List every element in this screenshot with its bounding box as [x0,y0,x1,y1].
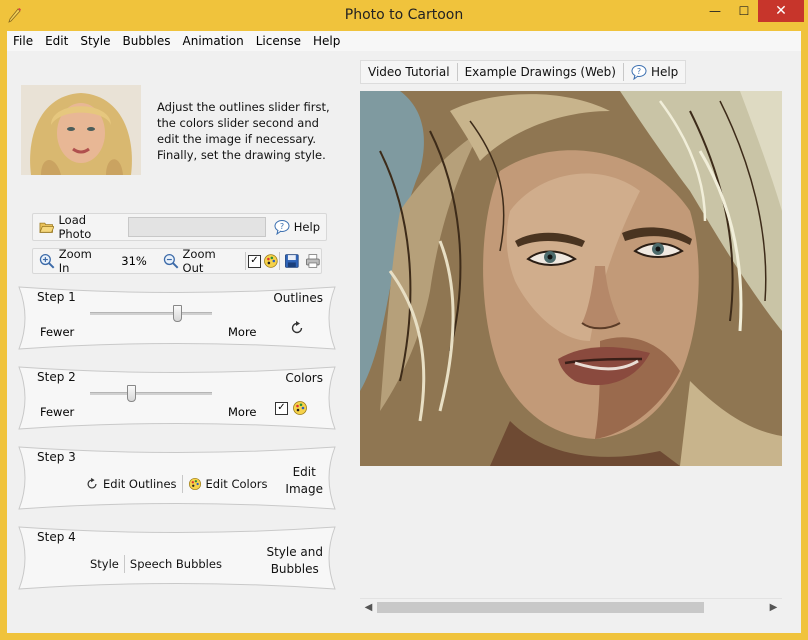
menu-help[interactable]: Help [307,31,346,51]
drawing-canvas[interactable] [360,91,782,596]
help-bubble-icon: ? [631,65,647,80]
zoom-toolbar: Zoom In 31% Zoom Out ✓ [32,247,322,275]
folder-open-icon [39,222,55,233]
color-palette-icon [188,477,201,491]
save-icon[interactable] [284,253,300,269]
menu-license[interactable]: License [250,31,307,51]
outlines-slider[interactable] [90,305,212,322]
right-help-label: Help [650,65,679,79]
photo-path-field[interactable] [128,217,266,237]
menu-bar: File Edit Style Bubbles Animation Licens… [7,31,801,51]
zoom-in-button[interactable]: Zoom In [33,247,111,275]
edit-colors-label: Edit Colors [205,477,268,491]
menu-file[interactable]: File [7,31,39,51]
step1-title: Outlines [273,291,323,305]
right-help-button[interactable]: ? Help [624,64,685,80]
resources-toolbar: Video Tutorial Example Drawings (Web) ? … [360,60,687,84]
step2-title: Colors [285,371,323,385]
help-label: Help [293,220,320,234]
color-palette-icon[interactable] [292,400,308,416]
step2-more-label: More [228,405,257,419]
menu-edit[interactable]: Edit [39,31,74,51]
step1-card: Step 1 Outlines Fewer More [17,284,337,352]
step2-card: Step 2 Colors Fewer More ✓ [17,364,337,432]
title-bar[interactable]: Photo to Cartoon — ☐ ✕ [0,0,808,31]
menu-style[interactable]: Style [74,31,116,51]
step4-label: Step 4 [37,530,76,544]
zoom-in-label: Zoom In [58,247,92,275]
step3-title: Edit Image [285,464,323,498]
svg-text:?: ? [280,222,284,231]
style-button[interactable]: Style [85,557,124,571]
menu-bubbles[interactable]: Bubbles [116,31,176,51]
svg-text:?: ? [637,67,641,76]
client-area: File Edit Style Bubbles Animation Licens… [7,31,801,633]
scrollbar-thumb[interactable] [377,602,704,613]
step3-title-line2: Image [285,482,323,496]
load-photo-button[interactable]: Load Photo [33,213,126,241]
step4-title: Style and Bubbles [266,544,323,578]
scroll-right-arrow[interactable]: ▶ [765,599,782,616]
maximize-button[interactable]: ☐ [730,0,758,22]
step2-fewer-label: Fewer [40,405,75,419]
style-label: Style [90,557,119,571]
menu-animation[interactable]: Animation [177,31,250,51]
scroll-left-arrow[interactable]: ◀ [360,599,377,616]
step1-label: Step 1 [37,290,76,304]
speech-bubbles-label: Speech Bubbles [129,557,222,571]
outlines-refresh-icon [87,477,97,489]
cartoon-image [360,91,782,466]
zoom-level: 31% [121,254,147,268]
colors-slider[interactable] [90,385,212,402]
zoom-out-icon [163,253,179,269]
minimize-button[interactable]: — [700,0,730,22]
step2-label: Step 2 [37,370,76,384]
color-preview-checkbox[interactable]: ✓ [248,254,261,268]
step3-card: Step 3 Edit Image Edit Outlines Edit Col… [17,444,337,512]
edit-colors-button[interactable]: Edit Colors [183,477,273,491]
load-toolbar: Load Photo ? Help [32,213,327,241]
help-bubble-icon: ? [274,220,290,235]
outlines-slider-thumb[interactable] [173,305,182,322]
zoom-out-button[interactable]: Zoom Out [157,247,245,275]
app-window: Photo to Cartoon — ☐ ✕ File Edit Style B… [0,0,808,640]
step1-more-label: More [228,325,257,339]
speech-bubbles-button[interactable]: Speech Bubbles [125,557,227,571]
color-palette-icon[interactable] [263,253,279,269]
step3-label: Step 3 [37,450,76,464]
edit-outlines-label: Edit Outlines [103,477,177,491]
help-button[interactable]: ? Help [268,214,326,240]
original-photo-thumbnail [21,85,141,175]
step4-card: Step 4 Style and Bubbles Style Speech Bu… [17,524,337,592]
step4-title-line1: Style and [266,545,323,559]
close-button[interactable]: ✕ [758,0,804,22]
video-tutorial-button[interactable]: Video Tutorial [361,65,457,79]
step3-title-line1: Edit [292,465,316,479]
load-photo-label: Load Photo [58,213,92,241]
instructions-text: Adjust the outlines slider first, the co… [157,100,330,162]
toolbar-separator [278,252,280,270]
zoom-in-icon [39,253,55,269]
outlines-refresh-icon[interactable] [289,320,305,336]
example-drawings-button[interactable]: Example Drawings (Web) [458,65,623,79]
window-title: Photo to Cartoon [344,7,464,23]
colors-slider-thumb[interactable] [127,385,136,402]
zoom-out-label: Zoom Out [182,247,216,275]
step3-buttons: Edit Outlines Edit Colors [80,475,272,493]
print-icon[interactable] [305,253,321,269]
step1-fewer-label: Fewer [40,325,75,339]
toolbar-separator [245,252,247,270]
step4-buttons: Style Speech Bubbles [85,555,227,573]
colors-checkbox[interactable]: ✓ [275,401,288,415]
step2-color-toggle: ✓ [273,400,308,416]
horizontal-scrollbar[interactable]: ◀ ▶ [360,598,782,615]
edit-outlines-button[interactable]: Edit Outlines [80,477,182,491]
step4-title-line2: Bubbles [270,562,319,576]
